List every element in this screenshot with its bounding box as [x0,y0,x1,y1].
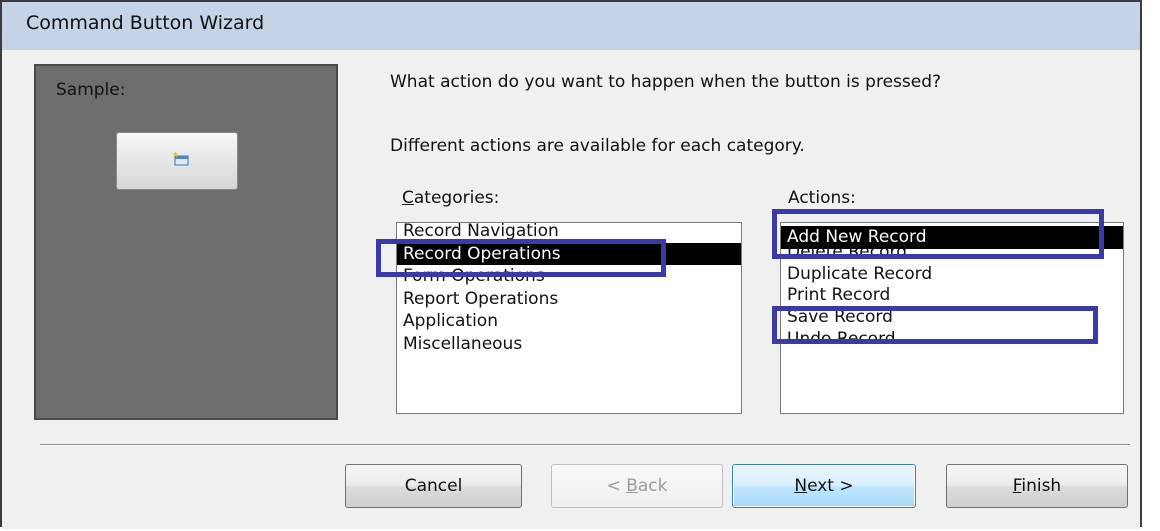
new-record-icon [172,151,189,166]
category-item-miscellaneous[interactable]: Miscellaneous [397,333,741,356]
command-button-wizard-window: Command Button Wizard Sample: What actio… [0,0,1142,529]
category-item-record-navigation[interactable]: Record Navigation [397,223,741,243]
categories-label-text: ategories: [413,188,500,208]
footer-separator [40,444,1130,446]
sample-label: Sample: [56,80,126,100]
sample-button-preview [116,132,238,190]
category-hint: Different actions are available for each… [390,136,805,156]
back-button-mnemonic: B [626,476,638,496]
action-question: What action do you want to happen when t… [390,72,942,92]
categories-label-mnemonic: C [402,188,414,208]
action-item-print-record[interactable]: Print Record [781,284,1123,307]
actions-label: Actions: [788,188,856,208]
next-button[interactable]: Next > [732,464,916,508]
back-button-prefix: < [606,476,627,496]
finish-button-label: Finish [1013,476,1061,496]
next-button-label: Next > [794,476,853,496]
category-item-form-operations[interactable]: Form Operations [397,265,741,288]
back-button[interactable]: < Back [551,464,723,508]
wizard-body: Sample: What action do you want to happe… [2,50,1140,529]
actions-listbox[interactable]: Add New Record Delete Record Duplicate R… [780,222,1124,414]
cancel-button-label: Cancel [404,476,463,496]
action-item-undo-record[interactable]: Undo Record [781,328,1123,351]
sample-panel: Sample: [34,64,338,420]
next-button-mnemonic: N [794,476,808,496]
category-item-record-operations[interactable]: Record Operations [397,242,741,265]
categories-label: Categories: [402,188,499,208]
next-button-rest: ext > [807,476,854,496]
action-item-save-record[interactable]: Save Record [781,306,1123,329]
categories-listbox[interactable]: Record Navigation Record Operations Form… [396,222,742,414]
action-item-delete-record[interactable]: Delete Record [781,241,1123,264]
back-button-rest: ack [637,476,668,496]
window-title: Command Button Wizard [26,12,265,34]
back-button-label: < Back [607,476,668,496]
category-item-report-operations[interactable]: Report Operations [397,288,741,311]
cancel-button[interactable]: Cancel [345,464,522,508]
finish-button[interactable]: Finish [946,464,1128,508]
category-item-application[interactable]: Application [397,310,741,333]
title-bar[interactable]: Command Button Wizard [2,2,1140,50]
finish-button-rest: inish [1021,476,1062,496]
action-item-duplicate-record[interactable]: Duplicate Record [781,263,1123,286]
